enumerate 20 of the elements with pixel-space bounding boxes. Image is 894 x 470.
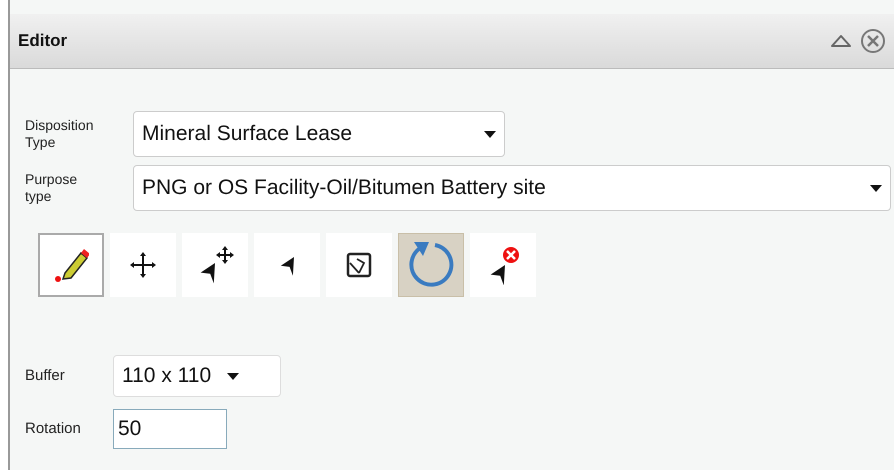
tool-button[interactable] [326,233,392,297]
tool-button[interactable] [182,233,248,297]
panel-title: Editor [18,30,68,52]
dropdown[interactable]: PNG or OS Facility-Oil/Bitumen Battery site [133,165,891,211]
tool-button[interactable] [110,233,176,297]
caret-icon [870,184,882,192]
close-icon[interactable] [860,28,886,54]
caret-icon [484,130,496,138]
tool-button[interactable] [38,233,104,297]
field-label: Disposition Type [25,117,94,151]
dropdown[interactable]: Mineral Surface Lease [133,111,505,157]
caret-icon [227,372,240,380]
buffer-label: Buffer [25,366,66,386]
rotation-field[interactable]: 50 [113,409,227,449]
field-label: Purpose type [25,171,78,205]
buffer-dropdown[interactable]: 110 x 110 [113,355,281,397]
reshape-icon [345,251,373,279]
collapse-icon[interactable] [830,33,852,49]
rotation-label: Rotation [25,418,82,439]
tool-button[interactable] [470,233,536,297]
